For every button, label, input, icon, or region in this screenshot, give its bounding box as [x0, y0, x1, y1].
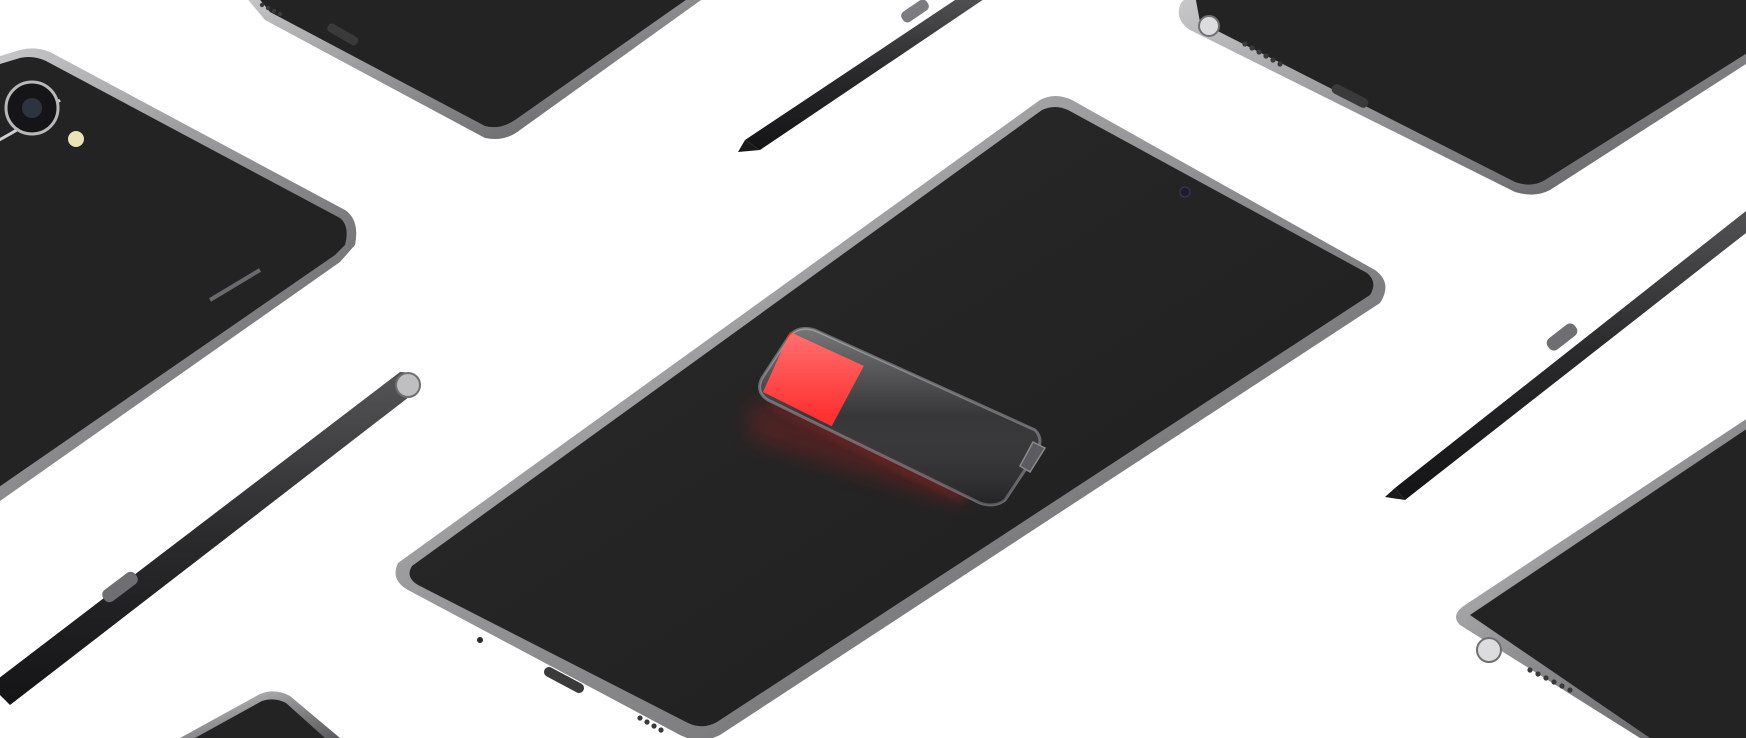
- phone-top-right: [1178, 0, 1746, 195]
- phone-bottom-left: [180, 691, 340, 738]
- front-camera-icon: [1179, 186, 1191, 198]
- phone-left-back: [0, 48, 357, 501]
- flash-icon: [68, 131, 84, 147]
- phone-top-left: [248, 0, 702, 139]
- phone-bottom-right: [1456, 419, 1746, 738]
- stylus-right: [1385, 211, 1746, 500]
- stylus-top: [738, 0, 983, 152]
- phone-center: [395, 96, 1386, 738]
- product-scene: [0, 0, 1746, 738]
